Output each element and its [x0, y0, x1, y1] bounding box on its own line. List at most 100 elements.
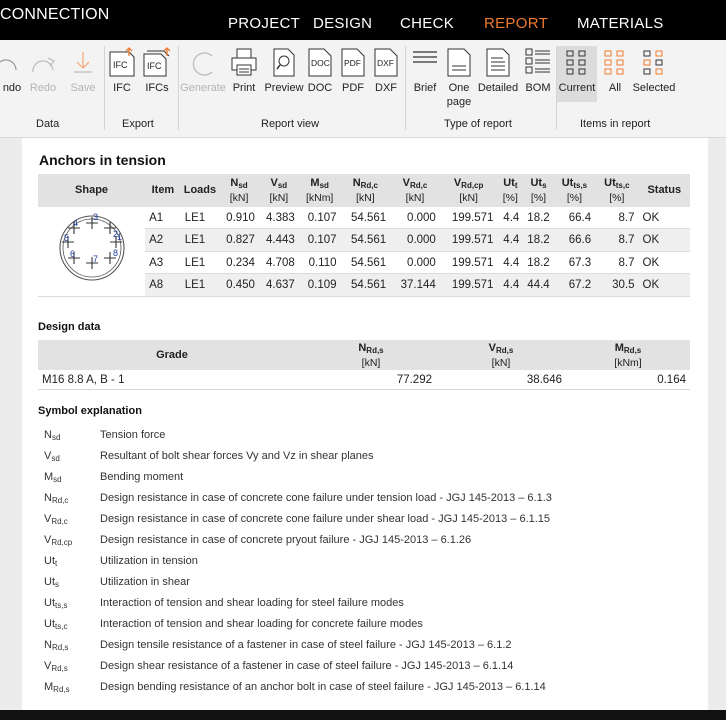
selected-items-icon — [643, 50, 663, 75]
current-label: Current — [558, 82, 596, 94]
group-separator — [104, 46, 105, 130]
group-label-data: Data — [36, 118, 60, 130]
design-data-table: Grade NRd,s [kN] VRd,s [kN] MRd,s [kNm] M16… — [38, 340, 690, 390]
symbol: Utts,s — [44, 597, 68, 610]
cell-loads: LE1 — [180, 207, 220, 230]
bottom-status-bar — [0, 710, 726, 720]
selected-button[interactable]: Selected — [632, 46, 676, 95]
col-uttc: Utts,c [%] — [595, 174, 639, 207]
redo-button[interactable]: Redo — [26, 46, 60, 95]
cell-vrdc: 0.000 — [390, 207, 440, 230]
cell-uttc: 8.7 — [595, 251, 639, 275]
symbol: Utt — [44, 555, 58, 568]
print-label: Print — [232, 82, 256, 94]
preview-button[interactable]: Preview — [261, 46, 307, 95]
dxf-button[interactable]: DXF DXF — [372, 46, 400, 95]
pdf-label: PDF — [342, 82, 364, 94]
doc-button[interactable]: DOC DOC — [306, 46, 334, 95]
doc-label: DOC — [307, 82, 333, 94]
svg-text:5: 5 — [64, 233, 69, 243]
top-menu-bar: CONNECTION PROJECT DESIGN CHECK REPORT M… — [0, 0, 726, 40]
cell-utt: 4.4 — [497, 273, 524, 297]
col-vsd: Vsd [kN] — [258, 174, 299, 207]
cell-nrdc: 54.561 — [340, 207, 391, 230]
cell-uts: 44.4 — [523, 273, 554, 297]
cell-nsd: 0.450 — [219, 273, 259, 297]
symbol: MRd,s — [44, 681, 70, 694]
menu-report[interactable]: REPORT — [484, 15, 548, 32]
all-items-icon — [604, 50, 624, 75]
symbol: Uts — [44, 576, 59, 589]
ifcs-label: IFCs — [145, 82, 169, 94]
menu-check[interactable]: CHECK — [400, 15, 454, 32]
cell-utt: 4.4 — [497, 228, 524, 252]
symbol-description: Utilization in shear — [100, 576, 190, 588]
cell-item: A8 — [145, 273, 181, 297]
save-button[interactable]: Save — [66, 46, 100, 95]
current-button[interactable]: Current — [557, 46, 597, 102]
group-label-type-of-report: Type of report — [444, 118, 512, 130]
cell-status: OK — [638, 251, 690, 275]
printer-icon — [231, 48, 257, 76]
bom-button[interactable]: BOM — [523, 46, 553, 95]
symbol-description: Design shear resistance of a fastener in… — [100, 660, 514, 672]
one-page-button[interactable]: One page — [444, 46, 474, 109]
brief-button[interactable]: Brief — [409, 46, 441, 95]
cell-item: A2 — [145, 228, 181, 252]
col-vrds: VRd,s [kN] — [436, 340, 566, 370]
preview-label: Preview — [264, 82, 304, 94]
cell-vsd: 4.708 — [258, 251, 299, 275]
ifc-button[interactable]: IFC IFC — [107, 46, 137, 95]
symbol-description: Design resistance in case of concrete co… — [100, 513, 551, 525]
cell-vrdcp: 199.571 — [439, 273, 498, 297]
cell-status: OK — [638, 273, 690, 297]
symbol-description: Resultant of bolt shear forces Vy and Vz… — [100, 450, 374, 462]
current-items-icon — [566, 50, 586, 75]
cell-vsd: 4.383 — [258, 207, 299, 230]
cell-msd: 0.110 — [298, 251, 341, 275]
cell-status: OK — [638, 207, 690, 230]
symbol: VRd,s — [44, 660, 68, 673]
print-button[interactable]: Print — [229, 46, 259, 95]
app-title: CONNECTION — [0, 6, 110, 23]
group-label-report-view: Report view — [261, 118, 320, 130]
undo-label: ndo — [2, 82, 22, 94]
cell-loads: LE1 — [180, 228, 220, 252]
menu-project[interactable]: PROJECT — [228, 15, 300, 32]
preview-icon — [273, 48, 295, 77]
symbol: Vsd — [44, 450, 60, 463]
symbol-description: Interaction of tension and shear loading… — [100, 597, 404, 609]
group-separator — [405, 46, 406, 130]
anchor-pattern-icon: 3 2 1 8 7 6 5 4 — [58, 212, 125, 281]
symbol-description: Design bending resistance of an anchor b… — [100, 681, 546, 693]
undo-icon — [0, 59, 17, 71]
left-gutter — [0, 138, 22, 710]
cell-nrdc: 54.561 — [340, 228, 391, 252]
col-utt: Utt [%] — [497, 174, 524, 207]
cell-nrdc: 54.561 — [340, 273, 391, 297]
col-utts: Utts,s [%] — [553, 174, 596, 207]
svg-text:DOC: DOC — [311, 58, 330, 68]
cell-nsd: 0.827 — [219, 228, 259, 252]
pdf-button[interactable]: PDF PDF — [339, 46, 367, 95]
all-button[interactable]: All — [602, 46, 628, 95]
undo-button[interactable]: ndo — [0, 46, 24, 95]
col-nsd: Nsd [kN] — [219, 174, 259, 207]
detailed-button[interactable]: Detailed — [475, 46, 521, 95]
brief-icon — [413, 51, 437, 63]
detailed-icon — [486, 48, 510, 77]
save-icon — [74, 52, 92, 73]
group-label-items-in-report: Items in report — [580, 118, 651, 130]
symbol-description: Design resistance in case of concrete co… — [100, 492, 552, 504]
vertical-scrollbar[interactable] — [708, 138, 726, 710]
generate-button[interactable]: Generate — [180, 46, 226, 95]
cell-uts: 18.2 — [523, 251, 554, 275]
menu-materials[interactable]: MATERIALS — [577, 15, 664, 32]
menu-design[interactable]: DESIGN — [313, 15, 372, 32]
cell-utts: 66.6 — [553, 228, 596, 252]
col-loads: Loads — [180, 174, 220, 207]
cell-msd: 0.107 — [298, 207, 341, 230]
symbol-description: Design tensile resistance of a fastener … — [100, 639, 512, 651]
ifcs-button[interactable]: IFC IFCs — [140, 46, 174, 95]
symbol-description: Utilization in tension — [100, 555, 198, 567]
